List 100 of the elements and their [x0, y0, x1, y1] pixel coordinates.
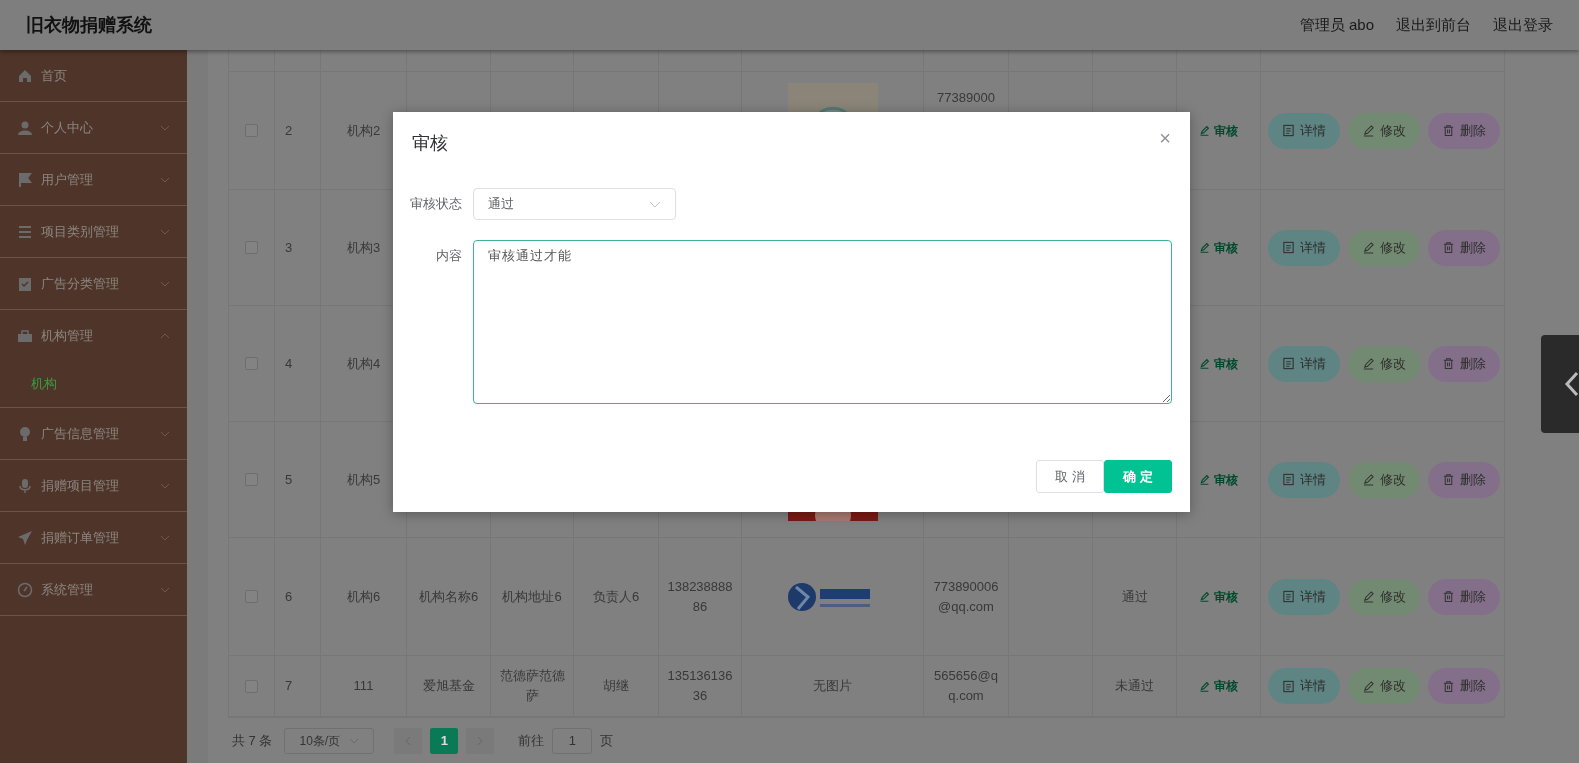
delete-button[interactable]: 删除 [1427, 229, 1500, 266]
header-link[interactable]: 退出到前台 [1396, 13, 1471, 37]
sidebar-item[interactable]: 项目类别管理 [0, 206, 187, 257]
details-button[interactable]: 详情 [1267, 229, 1340, 266]
pencil-icon [1199, 474, 1210, 485]
bulb-icon [17, 425, 33, 442]
table-cell-text: 负责人6 [592, 587, 640, 606]
app-title: 旧衣物捐赠系统 [26, 13, 152, 37]
confirm-button[interactable]: 确 定 [1104, 460, 1172, 493]
trash-icon [1441, 357, 1455, 370]
table-cell-text: 机构3 [346, 238, 381, 257]
audit-link[interactable]: 审核 [1199, 238, 1238, 257]
row-number: 3 [285, 238, 293, 257]
audit-link[interactable]: 审核 [1199, 354, 1238, 373]
page-input[interactable]: 1 [552, 727, 593, 754]
edit-button[interactable]: 修改 [1347, 461, 1420, 498]
table-cell-text: 通过 [1121, 587, 1148, 606]
pencil-icon [1361, 357, 1375, 370]
field-label: 审核状态 [409, 195, 463, 213]
microphone-icon [17, 477, 33, 494]
table-cell-text: 机构地址6 [502, 587, 562, 606]
row-number: 4 [285, 354, 293, 373]
sidebar-item[interactable]: 个人中心 [0, 102, 187, 153]
pencil-icon [1199, 591, 1210, 602]
trash-icon [1441, 241, 1455, 254]
status-select[interactable]: 通过 [473, 188, 676, 220]
pencil-icon [1361, 679, 1375, 693]
row-number: 2 [285, 121, 293, 140]
trash-icon [1441, 679, 1455, 693]
briefcase-icon [17, 327, 33, 344]
table-cell-text: 773890006@qq.com [932, 577, 1000, 616]
edit-button[interactable]: 修改 [1347, 345, 1420, 382]
table-cell-text: 机构4 [346, 354, 381, 373]
submenu-item[interactable]: 机构 [0, 361, 187, 407]
audit-link[interactable]: 审核 [1199, 121, 1238, 140]
audit-link[interactable]: 审核 [1199, 677, 1238, 695]
row-number: 6 [285, 587, 293, 606]
table-cell-text: 未通过 [1115, 677, 1154, 695]
details-button[interactable]: 详情 [1267, 461, 1340, 498]
content-textarea[interactable]: 审核通过才能 [473, 240, 1172, 404]
goto-label: 前往 [518, 731, 545, 750]
side-tab[interactable] [1541, 335, 1579, 433]
sidebar-item[interactable]: 捐赠项目管理 [0, 460, 187, 511]
trash-icon [1441, 590, 1455, 603]
edit-button[interactable]: 修改 [1347, 668, 1420, 704]
delete-button[interactable]: 删除 [1427, 112, 1500, 149]
cancel-button[interactable]: 取 消 [1036, 460, 1104, 493]
table-cell-text: 机构2 [346, 121, 381, 140]
delete-button[interactable]: 删除 [1427, 578, 1500, 615]
page-button[interactable]: 1 [430, 727, 459, 754]
sidebar-item[interactable]: 广告信息管理 [0, 408, 187, 459]
table-cell-text: 机构6 [346, 587, 381, 606]
page-size-select[interactable]: 10条/页 [284, 727, 375, 754]
details-button[interactable]: 详情 [1267, 668, 1340, 704]
edit-button[interactable]: 修改 [1347, 578, 1420, 615]
pencil-icon [1199, 680, 1210, 692]
table-cell-text: 13513613636 [667, 667, 733, 705]
sidebar-item[interactable]: 系统管理 [0, 564, 187, 615]
delete-button[interactable]: 删除 [1427, 461, 1500, 498]
header-link[interactable]: 退出登录 [1493, 13, 1553, 37]
close-button[interactable]: × [1159, 128, 1171, 148]
table-cell-text: 爱旭基金 [422, 677, 475, 695]
field-label: 内容 [435, 247, 463, 265]
chevron-down-icon [649, 200, 661, 208]
row-number: 7 [285, 677, 293, 695]
details-button[interactable]: 详情 [1267, 112, 1340, 149]
trash-icon [1441, 124, 1455, 137]
sidebar-item[interactable]: 捐赠订单管理 [0, 512, 187, 563]
pencil-icon [1361, 473, 1375, 486]
paper-plane-icon [17, 529, 33, 546]
next-page-button[interactable] [466, 727, 495, 754]
sidebar-item[interactable]: 广告分类管理 [0, 258, 187, 309]
doc-icon [1281, 679, 1295, 693]
table-cell-text: 13823888886 [667, 577, 733, 616]
pencil-icon [1361, 590, 1375, 603]
row-number: 5 [285, 470, 293, 489]
details-button[interactable]: 详情 [1267, 345, 1340, 382]
total-count: 共 7 条 [232, 731, 273, 750]
table-cell-text: 机构名称6 [418, 587, 479, 606]
home-icon [17, 67, 33, 84]
details-button[interactable]: 详情 [1267, 578, 1340, 615]
header-link[interactable]: 管理员 abo [1299, 13, 1374, 37]
sidebar-item[interactable]: 首页 [0, 50, 187, 101]
pencil-icon [1199, 358, 1210, 369]
edit-button[interactable]: 修改 [1347, 229, 1420, 266]
prev-page-button[interactable] [394, 727, 423, 754]
edit-button[interactable]: 修改 [1347, 112, 1420, 149]
sidebar-item[interactable]: 用户管理 [0, 154, 187, 205]
list-icon [17, 223, 33, 240]
delete-button[interactable]: 删除 [1427, 668, 1500, 704]
sidebar-item[interactable]: 机构管理 [0, 310, 187, 361]
pencil-icon [1199, 125, 1210, 136]
pencil-icon [1361, 241, 1375, 254]
delete-button[interactable]: 删除 [1427, 345, 1500, 382]
audit-link[interactable]: 审核 [1199, 470, 1238, 489]
table-cell-text: 范德萨范德萨 [499, 667, 565, 705]
audit-link[interactable]: 审核 [1199, 587, 1238, 606]
doc-icon [1281, 124, 1295, 137]
doc-icon [1281, 473, 1295, 486]
compass-icon [17, 581, 33, 598]
